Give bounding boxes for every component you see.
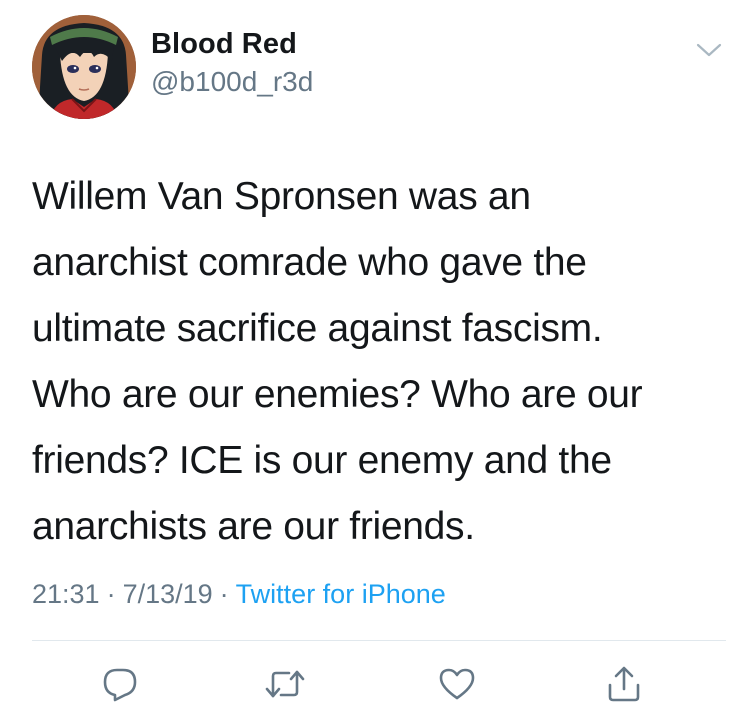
- retweet-button[interactable]: [263, 664, 307, 704]
- reply-icon: [103, 668, 137, 702]
- meta-separator: ·: [219, 579, 229, 609]
- tweet-card: Blood Red @b100d_r3d Willem Van Spronsen…: [0, 0, 750, 704]
- tweet-time[interactable]: 21:31: [32, 579, 100, 609]
- retweet-icon: [265, 670, 305, 698]
- tweet-text-line: friends? ICE is our enemy and the: [32, 439, 612, 482]
- like-button[interactable]: [435, 664, 479, 704]
- tweet-date[interactable]: 7/13/19: [123, 579, 213, 609]
- tweet-text-line: Willem Van Spronsen was an: [32, 175, 531, 218]
- display-name[interactable]: Blood Red: [151, 28, 297, 61]
- chevron-down-icon: [696, 43, 722, 57]
- reply-button[interactable]: [98, 664, 142, 704]
- share-icon: [608, 666, 640, 702]
- tweet-text-line: Who are our enemies? Who are our: [32, 373, 643, 416]
- meta-separator: ·: [106, 579, 116, 609]
- tweet-text-line: anarchists are our friends.: [32, 505, 475, 548]
- share-button[interactable]: [602, 664, 646, 704]
- avatar[interactable]: [32, 15, 136, 119]
- tweet-text-line: anarchist comrade who gave the: [32, 241, 587, 284]
- like-icon: [439, 668, 475, 700]
- tweet-text: Willem Van Spronsen was an anarchist com…: [32, 164, 732, 560]
- tweet-meta: 21:31 · 7/13/19 · Twitter for iPhone: [32, 579, 446, 610]
- avatar-image: [32, 15, 136, 119]
- user-handle[interactable]: @b100d_r3d: [151, 66, 313, 98]
- tweet-text-line: ultimate sacrifice against fascism.: [32, 307, 603, 350]
- tweet-menu-button[interactable]: [694, 38, 724, 62]
- divider: [32, 640, 726, 641]
- tweet-source-link[interactable]: Twitter for iPhone: [236, 579, 446, 609]
